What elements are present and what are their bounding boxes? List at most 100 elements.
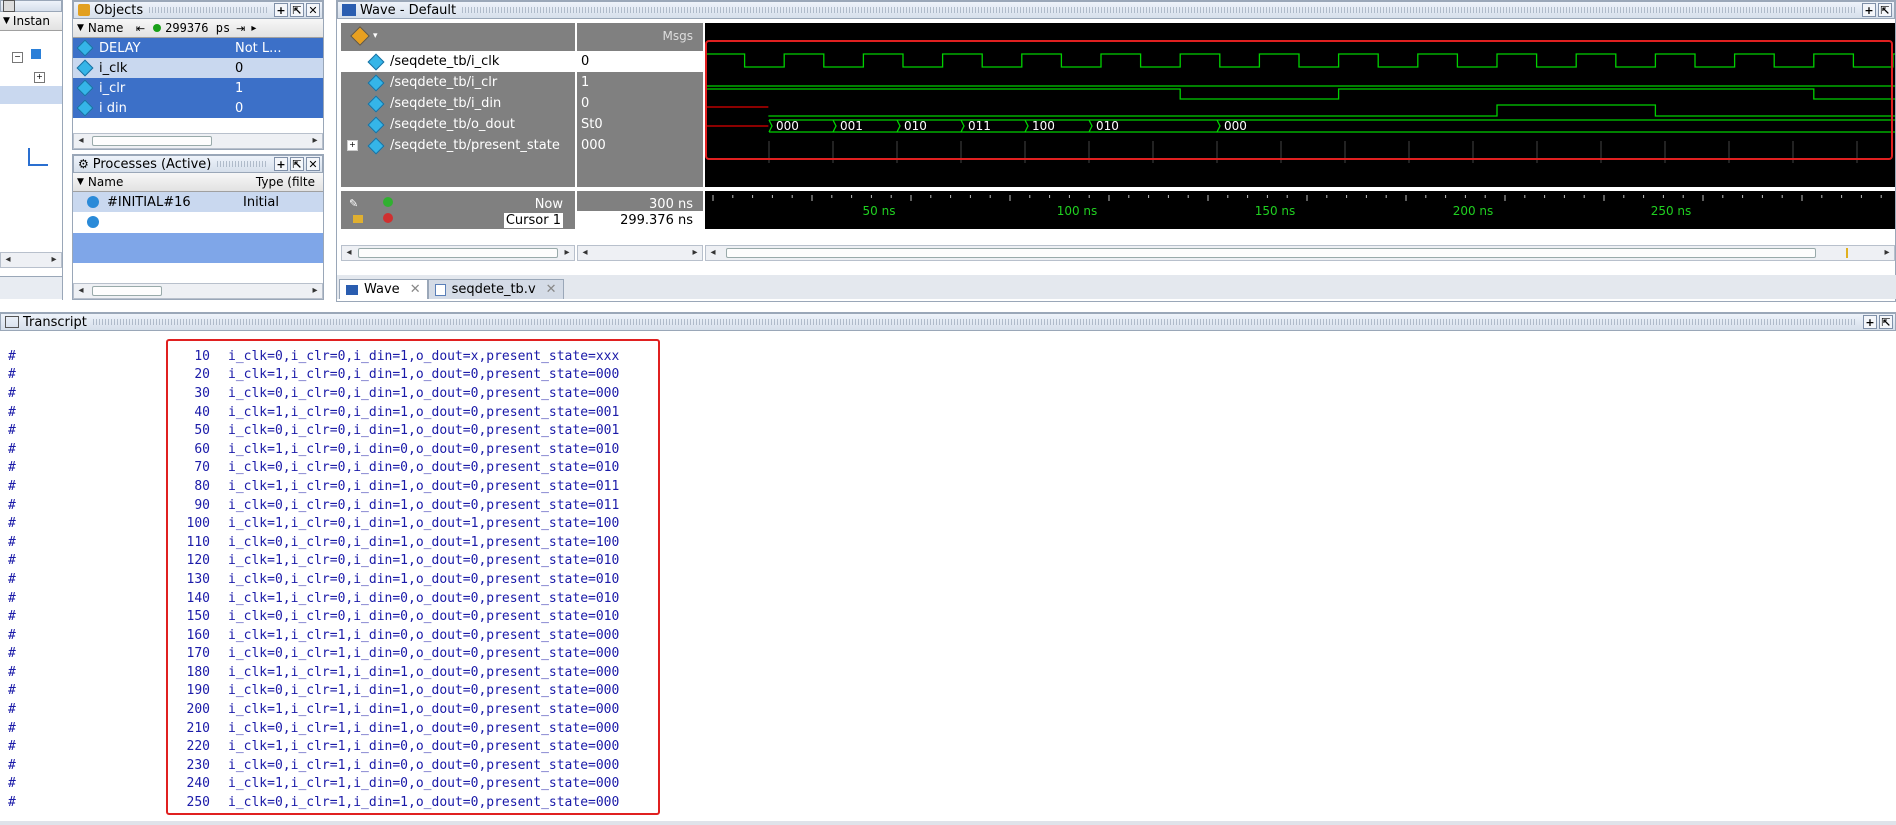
prompt-hash: # [8, 571, 16, 587]
wave-signal-row[interactable]: + /seqdete_tb/present_state [341, 135, 575, 156]
undock-icon[interactable]: ⇱ [1879, 315, 1893, 329]
objects-title: Objects [94, 2, 144, 18]
dropdown-icon[interactable]: ▾ [373, 31, 378, 41]
objects-titlebar: Objects + ⇱ ✕ [73, 1, 323, 19]
objects-scrollbar[interactable]: ◂ ▸ [73, 133, 323, 149]
transcript-icon [5, 316, 19, 328]
signal-icon [76, 99, 94, 117]
expand-icon[interactable]: + [347, 140, 358, 151]
undock-icon[interactable]: ⇱ [1878, 3, 1892, 17]
state-transition [1216, 119, 1221, 133]
axis-tick-label: 50 ns [863, 204, 896, 218]
tab-wave[interactable]: Wave ✕ [339, 279, 428, 299]
wave-signal-value: 0 [577, 51, 703, 72]
remove-cursor-icon[interactable] [383, 213, 393, 223]
tab-close-icon[interactable]: ✕ [410, 282, 421, 297]
state-transition [960, 119, 965, 133]
prompt-hash: # [8, 627, 16, 643]
process-type: Initial [243, 194, 279, 210]
wave-signal-row[interactable]: /seqdete_tb/i_din [341, 93, 575, 114]
transcript-highlight-box [166, 339, 660, 815]
wave-signal-name: /seqdete_tb/i_clk [390, 54, 500, 69]
process-name: #ALWAYS#37 [107, 214, 197, 230]
wave-scrollbar[interactable]: ◂ ▸ [705, 245, 1895, 261]
wave-values-pane: Msgs 0 1 0 St0 000 [577, 23, 703, 187]
prompt-hash: # [8, 553, 16, 569]
object-row[interactable]: i din 0 [73, 98, 323, 118]
prompt-hash: # [8, 720, 16, 736]
wave-signal-value: 000 [581, 138, 606, 153]
add-icon[interactable]: + [1862, 3, 1876, 17]
processes-col-name: Name [87, 175, 124, 189]
prompt-hash: # [8, 683, 16, 699]
prompt-hash: # [8, 590, 16, 606]
library-tab[interactable] [0, 276, 62, 299]
cursor-label: Cursor 1 [503, 213, 563, 228]
wave-icon[interactable] [28, 148, 48, 166]
value-list: 0 1 0 St0 000 [577, 51, 703, 156]
object-name: i_clr [99, 80, 126, 96]
add-icon[interactable]: + [274, 157, 288, 171]
prompt-hash: # [8, 348, 16, 364]
instance-tree-item[interactable]: + [34, 68, 56, 83]
processes-title: Processes (Active) [92, 156, 212, 172]
objects-more-icon[interactable]: ▸ [251, 23, 256, 34]
add-cursor-icon[interactable] [383, 197, 393, 207]
transcript-panel: Transcript + ⇱ #10 i_clk=0,i_clr=0,i_din=… [0, 312, 1896, 825]
object-row[interactable]: i_clk 0 [73, 58, 323, 78]
wave-tabs: Wave ✕ seqdete_tb.v ✕ [337, 275, 1896, 299]
edit-icon[interactable]: ✎ [349, 197, 358, 210]
prompt-hash: # [8, 497, 16, 513]
instance-header[interactable]: ▼ Instan [0, 12, 62, 31]
step-forward-icon[interactable]: ⇥ [236, 22, 245, 35]
process-row[interactable]: #INITIAL#16 Initial [73, 192, 323, 212]
prompt-hash: # [8, 702, 16, 718]
axis-tick-label: 100 ns [1057, 204, 1098, 218]
wave-diamond-icon[interactable] [350, 26, 370, 46]
prompt-hash: # [8, 757, 16, 773]
prompt-hash: # [8, 795, 16, 811]
process-row[interactable]: #ALWAYS#37 Always [73, 212, 323, 232]
add-icon[interactable]: + [1863, 315, 1877, 329]
lock-icon[interactable] [353, 215, 363, 223]
library-icon [3, 0, 15, 12]
undock-icon[interactable]: ⇱ [290, 157, 304, 171]
signal-icon [367, 116, 385, 133]
instance-tree-item[interactable]: − [12, 48, 52, 63]
signal-icon [76, 79, 94, 97]
now-row: ✎ Now Cursor 1 [341, 191, 575, 229]
undock-icon[interactable]: ⇱ [290, 3, 304, 17]
object-value: 0 [235, 100, 244, 116]
state-label: 000 [776, 119, 799, 133]
close-icon[interactable]: ✕ [306, 3, 320, 17]
waveform-area[interactable]: 000 001 010 011 100 010 000 [705, 23, 1895, 187]
prompt-hash: # [8, 423, 16, 439]
signal-list: /seqdete_tb/i_clk/seqdete_tb/i_clr/seqde… [341, 51, 575, 156]
tab-close-icon[interactable]: ✕ [546, 282, 557, 297]
wave-window: Wave - Default + ⇱ ▾ /seqdete_tb/i_clk/s… [336, 0, 1896, 302]
now-value: 300 ns [649, 197, 693, 212]
object-row[interactable]: i_clr 1 [73, 78, 323, 98]
names-scrollbar[interactable]: ◂ ▸ [341, 245, 575, 261]
processes-panel: ⚙ Processes (Active) + ⇱ ✕ ▼ Name Type (… [72, 154, 324, 300]
instance-selected-row[interactable] [0, 86, 62, 104]
object-row[interactable]: DELAY Not L... [73, 38, 323, 58]
msgs-label: Msgs [662, 29, 693, 43]
close-icon[interactable]: ✕ [306, 157, 320, 171]
instance-scrollbar[interactable]: ◂ ▸ [0, 252, 62, 268]
tab-source[interactable]: seqdete_tb.v ✕ [427, 279, 564, 299]
step-back-icon[interactable]: ⇤ [136, 22, 145, 35]
processes-scrollbar[interactable]: ◂ ▸ [73, 283, 323, 299]
values-scrollbar[interactable]: ◂ ▸ [577, 245, 703, 261]
wave-signal-row[interactable]: /seqdete_tb/i_clk [341, 51, 575, 72]
prompt-hash: # [8, 516, 16, 532]
wave-signal-row[interactable]: /seqdete_tb/i_clr [341, 72, 575, 93]
wave-tab-icon [346, 284, 358, 295]
signal-icon [367, 95, 385, 112]
clr-trace [705, 74, 1895, 87]
objects-panel: Objects + ⇱ ✕ ▼ Name ⇤ 299376 ps ⇥ ▸ DEL… [72, 0, 324, 150]
wave-signal-row[interactable]: /seqdete_tb/o_dout [341, 114, 575, 135]
object-value: Not L... [235, 40, 282, 56]
add-icon[interactable]: + [274, 3, 288, 17]
state-transition [832, 119, 837, 133]
